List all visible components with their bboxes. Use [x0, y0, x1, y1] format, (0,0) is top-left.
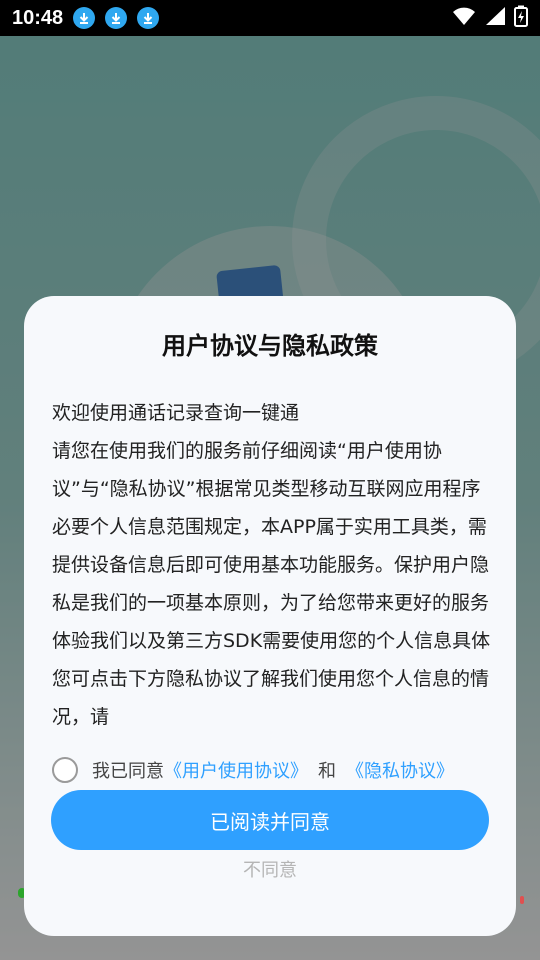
privacy-dialog: 用户协议与隐私政策 欢迎使用通话记录查询一键通 请您在使用我们的服务前仔细阅读“… [24, 296, 516, 936]
user-agreement-link[interactable]: 《用户使用协议》 [164, 757, 308, 783]
download-icon [105, 7, 128, 29]
dialog-body-scroll[interactable]: 欢迎使用通话记录查询一键通 请您在使用我们的服务前仔细阅读“用户使用协议”与“隐… [52, 394, 492, 750]
agree-row: 我已同意 《用户使用协议》 和 《隐私协议》 [52, 754, 492, 786]
dialog-title: 用户协议与隐私政策 [162, 332, 378, 360]
disagree-button[interactable]: 不同意 [24, 856, 516, 882]
agree-checkbox[interactable] [52, 757, 78, 783]
wifi-icon [452, 6, 476, 30]
download-icon [73, 7, 96, 29]
signal-icon [484, 6, 506, 30]
status-icons [452, 5, 528, 31]
battery-charging-icon [514, 5, 528, 31]
agree-button[interactable]: 已阅读并同意 [51, 790, 489, 850]
decorative-dot [520, 896, 524, 904]
agree-prefix: 我已同意 [92, 761, 164, 782]
download-icon [137, 7, 160, 29]
status-bar: 10:48 [0, 0, 540, 36]
agreement-text: 请您在使用我们的服务前仔细阅读“用户使用协议”与“隐私协议”根据常见类型移动互联… [52, 440, 491, 728]
welcome-text: 欢迎使用通话记录查询一键通 [52, 402, 300, 424]
privacy-policy-link[interactable]: 《隐私协议》 [346, 757, 454, 783]
and-text: 和 [318, 761, 336, 782]
status-time: 10:48 [12, 6, 64, 29]
